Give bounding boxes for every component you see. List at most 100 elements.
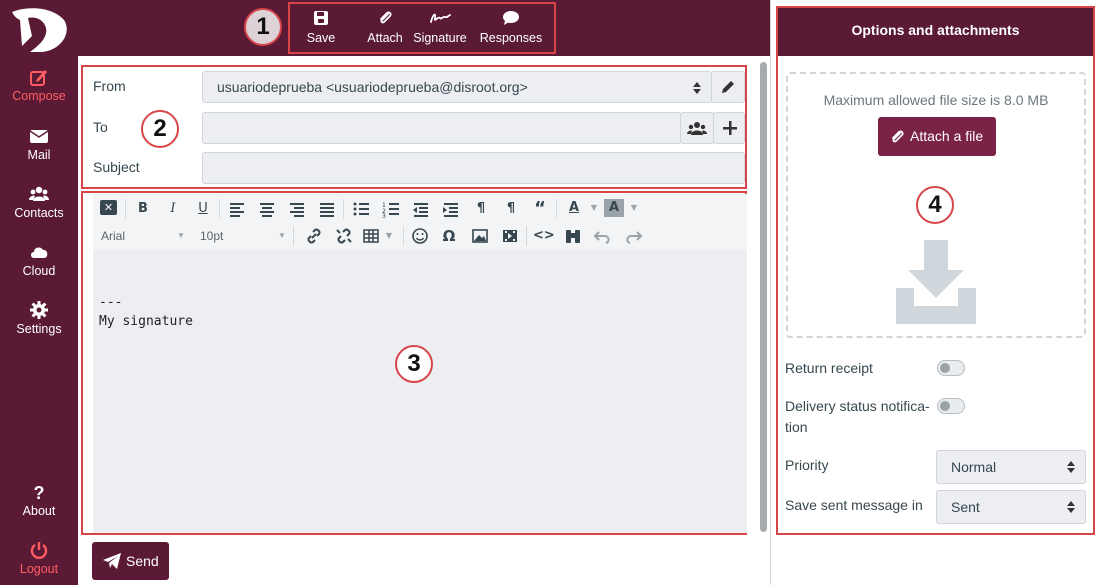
font-family-select[interactable]: Arial ▼ — [101, 229, 191, 243]
nav-compose-label: Compose — [12, 89, 66, 103]
link-icon[interactable] — [304, 227, 324, 245]
return-receipt-toggle[interactable] — [937, 360, 965, 376]
attach-button[interactable]: Attach — [362, 10, 408, 45]
chevron-down-icon[interactable]: ▼ — [584, 199, 604, 217]
panel-divider — [770, 0, 771, 585]
toolbar-separator — [293, 226, 294, 246]
special-character-icon[interactable]: Ω — [439, 227, 459, 245]
responses-label: Responses — [479, 31, 543, 45]
callout-4: 4 — [916, 186, 954, 224]
to-input[interactable] — [202, 112, 681, 144]
editor-content[interactable]: --- My signature — [99, 293, 193, 331]
select-arrows-icon — [693, 82, 701, 94]
message-editor: ✕ B I U 123 ¶ ¶ “ A ▼ A ▼ Arial ▼ 10pt ▼ — [81, 191, 747, 535]
priority-select[interactable]: Normal — [936, 450, 1086, 484]
align-left-icon[interactable] — [227, 200, 247, 218]
compose-icon — [30, 70, 47, 86]
nav-settings-label: Settings — [16, 322, 62, 336]
save-label: Save — [306, 31, 336, 45]
paperclip-icon — [892, 130, 904, 143]
responses-button[interactable]: Responses — [478, 10, 544, 45]
message-headers: From usuariodeprueba <usuariodeprueba@di… — [81, 65, 747, 189]
toolbar-separator — [125, 199, 126, 219]
scrollbar-thumb[interactable] — [760, 62, 767, 532]
main-navigation: Compose Mail Contacts Cloud Settings ? A… — [0, 0, 78, 585]
save-sent-value: Sent — [951, 499, 980, 515]
binoculars-icon[interactable] — [563, 227, 583, 245]
options-title: Options and attachments — [778, 8, 1093, 56]
background-color-icon[interactable]: A — [604, 199, 624, 217]
editor-body[interactable]: --- My signature — [93, 250, 747, 533]
send-button[interactable]: Send — [92, 542, 169, 580]
italic-icon[interactable]: I — [163, 200, 183, 218]
users-icon — [29, 186, 49, 201]
attach-file-button[interactable]: Attach a file — [878, 117, 996, 156]
priority-value: Normal — [951, 459, 997, 475]
align-right-icon[interactable] — [287, 200, 307, 218]
source-code-icon[interactable]: <> — [533, 227, 555, 245]
subject-input[interactable] — [202, 152, 745, 184]
nav-mail[interactable]: Mail — [0, 126, 78, 162]
align-center-icon[interactable] — [257, 200, 277, 218]
from-select[interactable]: usuariodeprueba <usuariodeprueba@disroot… — [202, 71, 712, 103]
chevron-down-icon[interactable]: ▼ — [624, 199, 644, 217]
emoticon-icon[interactable] — [410, 227, 430, 245]
signature-label: Signature — [413, 31, 467, 45]
send-label: Send — [126, 553, 159, 569]
gear-icon — [30, 301, 48, 319]
save-button[interactable]: Save — [300, 10, 342, 45]
nav-contacts[interactable]: Contacts — [0, 184, 78, 220]
chevron-down-icon: ▼ — [177, 231, 185, 240]
download-icon — [896, 240, 976, 324]
chevron-down-icon[interactable]: ▼ — [379, 227, 399, 245]
undo-icon[interactable] — [593, 227, 613, 245]
nav-cloud[interactable]: Cloud — [0, 242, 78, 278]
bold-icon[interactable]: B — [133, 200, 153, 218]
numbered-list-icon[interactable]: 123 — [381, 200, 401, 218]
max-file-size-text: Maximum allowed file size is 8.0 MB — [823, 92, 1049, 108]
save-sent-select[interactable]: Sent — [936, 490, 1086, 524]
nav-about[interactable]: ? About — [0, 482, 78, 518]
outdent-icon[interactable] — [411, 200, 431, 218]
delivery-status-toggle[interactable] — [937, 398, 965, 414]
attachment-dropzone[interactable]: Maximum allowed file size is 8.0 MB Atta… — [786, 72, 1086, 338]
nav-settings[interactable]: Settings — [0, 300, 78, 336]
nav-logout-label: Logout — [19, 562, 59, 576]
delivery-status-label-line1: Delivery status notifica- — [785, 398, 930, 414]
blockquote-icon[interactable]: “ — [530, 200, 550, 218]
comment-icon — [503, 11, 519, 25]
indent-icon[interactable] — [441, 200, 461, 218]
save-sent-label: Save sent message in — [785, 497, 923, 513]
font-size-select[interactable]: 10pt ▼ — [200, 229, 290, 243]
signature-icon — [430, 13, 451, 23]
align-justify-icon[interactable] — [317, 200, 337, 218]
return-receipt-label: Return receipt — [785, 360, 873, 376]
font-family-value: Arial — [101, 229, 126, 243]
callout-3: 3 — [395, 345, 433, 383]
rtl-direction-icon[interactable]: ¶ — [501, 200, 521, 218]
nav-logout[interactable]: Logout — [0, 540, 78, 576]
media-icon[interactable] — [500, 227, 520, 245]
attach-label: Attach — [367, 31, 403, 45]
clear-format-icon[interactable]: ✕ — [100, 200, 117, 215]
unlink-icon[interactable] — [334, 227, 354, 245]
text-color-icon[interactable]: A — [564, 199, 584, 217]
chevron-down-icon: ▼ — [278, 231, 286, 240]
delivery-status-label: Delivery status notifica- tion — [785, 396, 930, 438]
question-icon: ? — [34, 483, 45, 502]
compose-toolbar: 1 Save Attach Signature Responses — [78, 0, 770, 56]
ltr-direction-icon[interactable]: ¶ — [471, 200, 491, 218]
add-from-contacts-button[interactable] — [680, 112, 714, 144]
to-label: To — [93, 119, 108, 135]
nav-compose[interactable]: Compose — [0, 67, 78, 103]
editor-toolbar: ✕ B I U 123 ¶ ¶ “ A ▼ A ▼ Arial ▼ 10pt ▼ — [93, 194, 747, 250]
redo-icon[interactable] — [623, 227, 643, 245]
toolbar-separator — [219, 199, 220, 219]
save-icon — [314, 11, 328, 25]
signature-button[interactable]: Signature — [412, 10, 468, 45]
edit-identity-button[interactable] — [711, 71, 745, 103]
image-icon[interactable] — [470, 227, 490, 245]
add-recipient-button[interactable] — [713, 112, 745, 144]
bullet-list-icon[interactable] — [351, 200, 371, 218]
underline-icon[interactable]: U — [193, 200, 213, 218]
